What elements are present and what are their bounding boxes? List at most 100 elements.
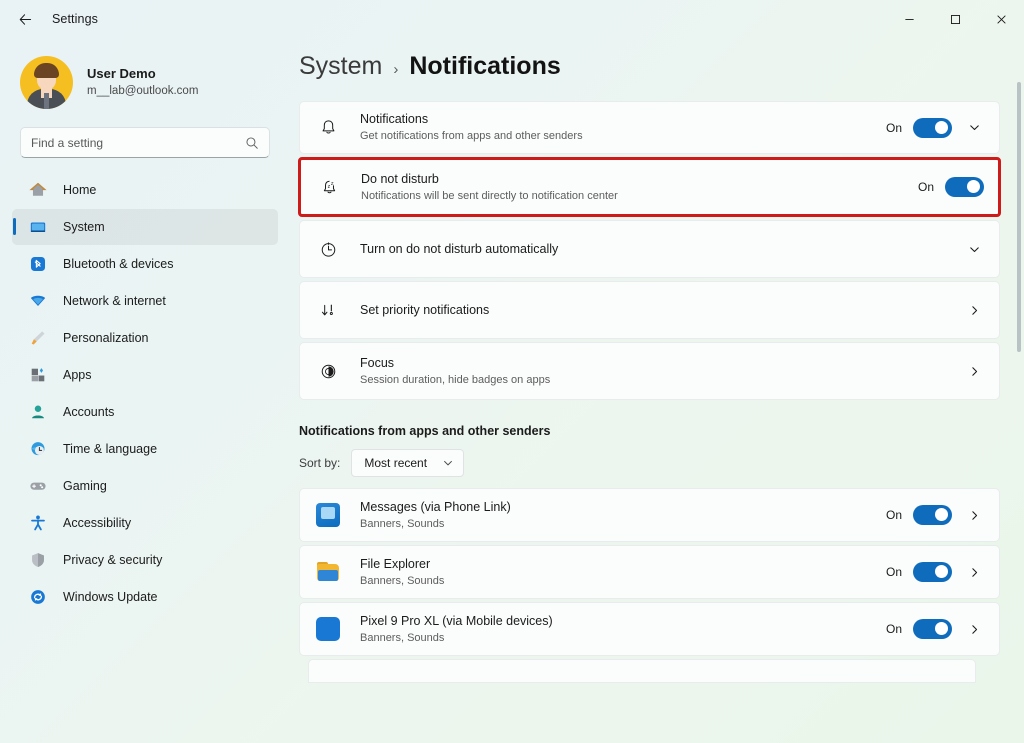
person-icon (28, 402, 48, 422)
sidebar-item-privacy-security[interactable]: Privacy & security (12, 542, 278, 578)
minimize-icon (904, 18, 914, 20)
back-button[interactable] (8, 4, 42, 34)
bell-icon (316, 116, 340, 140)
card-focus[interactable]: Focus Session duration, hide badges on a… (299, 342, 1000, 400)
breadcrumb-separator-icon: › (393, 61, 399, 78)
sidebar-item-time-language[interactable]: Time & language (12, 431, 278, 467)
search-input[interactable] (31, 135, 245, 150)
file-explorer-app-icon (316, 560, 340, 584)
table-row[interactable]: File Explorer Banners, Sounds On (299, 545, 1000, 599)
sidebar-item-label: Apps (63, 368, 92, 382)
sidebar-item-label: Privacy & security (63, 553, 163, 567)
table-row[interactable]: Pixel 9 Pro XL (via Mobile devices) Bann… (299, 602, 1000, 656)
main-content: System › Notifications Notifications Get… (290, 38, 1024, 743)
search-box[interactable] (20, 127, 270, 158)
card-title: Do not disturb (361, 171, 439, 186)
gamepad-icon (28, 476, 48, 496)
sidebar-item-accounts[interactable]: Accounts (12, 394, 278, 430)
chevron-right-icon[interactable] (963, 360, 985, 382)
messages-app-icon (316, 503, 340, 527)
chevron-right-icon[interactable] (963, 618, 985, 640)
priority-arrow-icon (316, 298, 340, 322)
chevron-right-icon[interactable] (963, 561, 985, 583)
profile-email: m__lab@outlook.com (87, 85, 199, 98)
sidebar-item-system[interactable]: System (12, 209, 278, 245)
table-row-partial[interactable] (308, 659, 976, 683)
sidebar-item-label: Accounts (63, 405, 115, 419)
sidebar-item-home[interactable]: Home (12, 172, 278, 208)
maximize-icon (950, 14, 960, 24)
sidebar-item-label: Network & internet (63, 294, 166, 308)
page-title: Notifications (409, 52, 561, 80)
sort-row: Sort by: Most recent (299, 449, 1024, 477)
app-notification-list: Messages (via Phone Link) Banners, Sound… (299, 488, 1000, 683)
toggle-state-label: On (885, 622, 902, 636)
sidebar-item-personalization[interactable]: Personalization (12, 320, 278, 356)
sidebar-item-gaming[interactable]: Gaming (12, 468, 278, 504)
sort-by-select[interactable]: Most recent (351, 449, 465, 477)
apps-icon (28, 365, 48, 385)
chevron-right-icon[interactable] (963, 299, 985, 321)
apps-section-heading: Notifications from apps and other sender… (299, 424, 551, 438)
app-name: Messages (via Phone Link) (360, 499, 511, 514)
minimize-button[interactable] (886, 0, 932, 38)
focus-icon (316, 359, 340, 383)
vertical-scrollbar[interactable] (1017, 82, 1021, 742)
update-icon (28, 587, 48, 607)
sidebar-item-apps[interactable]: Apps (12, 357, 278, 393)
sidebar-item-label: Gaming (63, 479, 107, 493)
breadcrumb-parent[interactable]: System (299, 52, 382, 81)
close-button[interactable] (978, 0, 1024, 38)
card-subtitle: Session duration, hide badges on apps (360, 373, 551, 386)
chevron-down-icon[interactable] (963, 238, 985, 260)
app-toggle[interactable] (913, 505, 952, 525)
scrollbar-thumb[interactable] (1017, 82, 1021, 352)
card-title: Set priority notifications (360, 302, 490, 317)
sidebar-item-label: Home (63, 183, 97, 197)
monitor-icon (28, 217, 48, 237)
sidebar-item-accessibility[interactable]: Accessibility (12, 505, 278, 541)
breadcrumb: System › Notifications (299, 52, 1024, 81)
card-do-not-disturb[interactable]: z Z Do not disturb Notifications will be… (298, 157, 1001, 217)
search-icon (246, 136, 258, 149)
bluetooth-icon (28, 254, 48, 274)
toggle-state-label: On (885, 508, 902, 522)
do-not-disturb-toggle[interactable] (945, 177, 984, 197)
maximize-button[interactable] (932, 0, 978, 38)
close-icon (996, 14, 1006, 24)
shield-icon (28, 550, 48, 570)
pixel-app-icon (316, 617, 340, 641)
sidebar-item-windows-update[interactable]: Windows Update (12, 579, 278, 615)
sidebar-item-bluetooth-devices[interactable]: Bluetooth & devices (12, 246, 278, 282)
avatar (20, 56, 73, 109)
sort-by-value: Most recent (364, 456, 428, 470)
chevron-right-icon[interactable] (963, 504, 985, 526)
settings-window: Settings User Demo m__lab@outlook.com Fi… (0, 0, 1024, 743)
notifications-toggle[interactable] (913, 117, 952, 138)
card-title: Turn on do not disturb automatically (360, 241, 559, 256)
profile-section[interactable]: User Demo m__lab@outlook.com (12, 44, 278, 121)
card-notifications[interactable]: Notifications Get notifications from app… (299, 101, 1000, 154)
chevron-down-icon (444, 460, 453, 466)
clock-globe-icon (28, 439, 48, 459)
chevron-down-icon[interactable] (963, 117, 985, 139)
app-toggle[interactable] (913, 619, 952, 639)
sort-by-label: Sort by: (299, 456, 341, 470)
app-subtitle: Banners, Sounds (360, 574, 445, 587)
app-name: File Explorer (360, 556, 431, 571)
card-title: Notifications (360, 112, 429, 127)
card-priority-notifications[interactable]: Set priority notifications (299, 281, 1000, 339)
arrow-left-icon (19, 13, 31, 25)
bell-sleep-icon: z Z (317, 175, 341, 199)
toggle-state-label: On (885, 565, 902, 579)
home-icon (28, 180, 48, 200)
sidebar-item-label: Time & language (63, 442, 158, 456)
sidebar-item-label: Bluetooth & devices (63, 257, 174, 271)
sidebar-item-network-internet[interactable]: Network & internet (12, 283, 278, 319)
app-toggle[interactable] (913, 562, 952, 582)
toggle-state-label: On (917, 180, 934, 194)
card-title: Focus (360, 355, 395, 370)
table-row[interactable]: Messages (via Phone Link) Banners, Sound… (299, 488, 1000, 542)
app-subtitle: Banners, Sounds (360, 517, 445, 530)
card-auto-do-not-disturb[interactable]: Turn on do not disturb automatically (299, 220, 1000, 278)
